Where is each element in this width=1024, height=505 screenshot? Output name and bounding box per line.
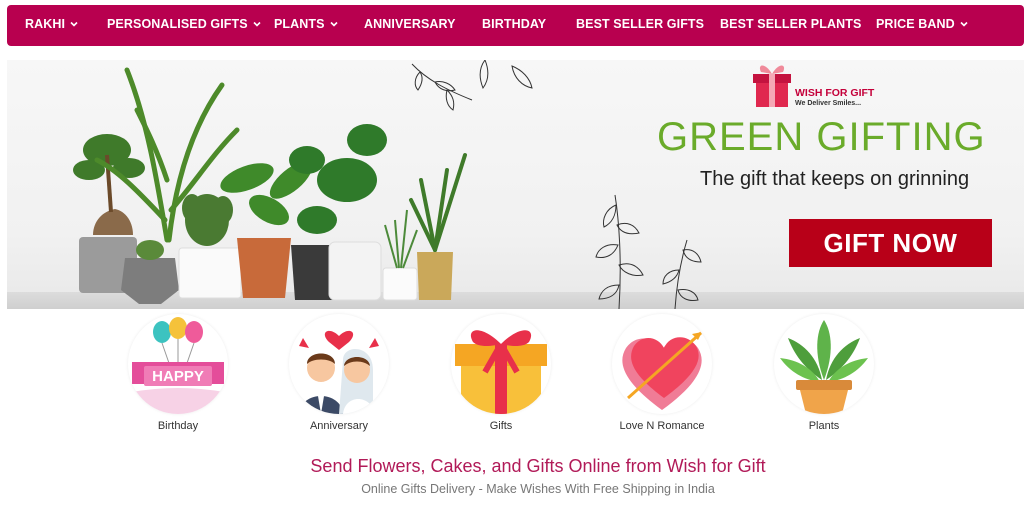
chevron-down-icon (960, 21, 968, 27)
page-subtitle: Online Gifts Delivery - Make Wishes With… (361, 482, 715, 496)
chevron-down-icon (70, 21, 78, 27)
ceramic-pot (328, 241, 382, 301)
category-birthday[interactable]: HAPPY Birthday (123, 314, 233, 434)
potted-plant-icon (774, 314, 874, 414)
terracotta-pot (237, 238, 291, 298)
nav-item-anniversary[interactable]: ANNIVERSARY (364, 17, 456, 31)
page-title: Send Flowers, Cakes, and Gifts Online fr… (310, 456, 766, 476)
top-nav-bar: RAKHI PERSONALISED GIFTS PLANTS ANNIVERS… (7, 5, 1024, 46)
nav-item-label: BIRTHDAY (482, 17, 547, 31)
banner-subline: The gift that keeps on grinning (700, 168, 970, 190)
nav-item-best-seller-plants[interactable]: BEST SELLER PLANTS (720, 17, 861, 31)
happy-art-text: HAPPY (152, 368, 204, 385)
couple-icon (289, 314, 389, 414)
white-pot (178, 247, 242, 299)
category-anniversary[interactable]: Anniversary (284, 314, 394, 434)
leaf-sketch-top (411, 60, 533, 111)
nav-item-personalised-gifts[interactable]: PERSONALISED GIFTS (107, 17, 261, 31)
bonsai-trunk (93, 209, 133, 235)
nav-item-birthday[interactable]: BIRTHDAY (482, 17, 546, 31)
banner-headline: GREEN GIFTING (657, 115, 986, 159)
gold-pot (417, 252, 453, 300)
gift-now-button[interactable]: GIFT NOW (789, 219, 992, 267)
category-label: Gifts (489, 420, 513, 432)
geometric-pot (121, 258, 179, 304)
gift-box-icon (451, 314, 551, 414)
category-label: Birthday (157, 420, 199, 432)
leaf-sketch-bottom (595, 194, 702, 309)
nav-item-label: BEST SELLER GIFTS (576, 17, 705, 31)
nav-item-best-seller-gifts[interactable]: BEST SELLER GIFTS (576, 17, 704, 31)
brand-logo[interactable]: WISH FOR GIFT We Deliver Smiles... (751, 60, 881, 110)
chevron-down-icon (253, 21, 261, 27)
heart-arrow-icon (612, 314, 712, 414)
chevron-down-icon (330, 21, 338, 27)
hero-banner[interactable]: WISH FOR GIFT We Deliver Smiles... GREEN… (7, 60, 1024, 309)
category-label: Love N Romance (619, 420, 705, 432)
nav-item-rakhi[interactable]: RAKHI (25, 17, 78, 31)
logo-tagline: We Deliver Smiles... (795, 100, 862, 107)
category-love-n-romance[interactable]: Love N Romance (607, 314, 717, 434)
category-label: Anniversary (309, 420, 369, 432)
gift-logo-icon (753, 65, 791, 107)
nav-item-label: PLANTS (274, 17, 325, 31)
nav-item-label: PERSONALISED GIFTS (107, 17, 248, 31)
category-label: Plants (808, 420, 840, 432)
nav-item-label: PRICE BAND (876, 17, 955, 31)
logo-title: WISH FOR GIFT (795, 87, 875, 99)
nav-item-label: ANNIVERSARY (364, 17, 456, 31)
category-gifts[interactable]: Gifts (446, 314, 556, 434)
nav-item-label: RAKHI (25, 17, 66, 31)
nav-item-price-band[interactable]: PRICE BAND (876, 17, 968, 31)
nav-item-plants[interactable]: PLANTS (274, 17, 338, 31)
nav-item-label: BEST SELLER PLANTS (720, 17, 862, 31)
birthday-balloons-icon: HAPPY (128, 314, 228, 414)
category-plants[interactable]: Plants (769, 314, 879, 434)
